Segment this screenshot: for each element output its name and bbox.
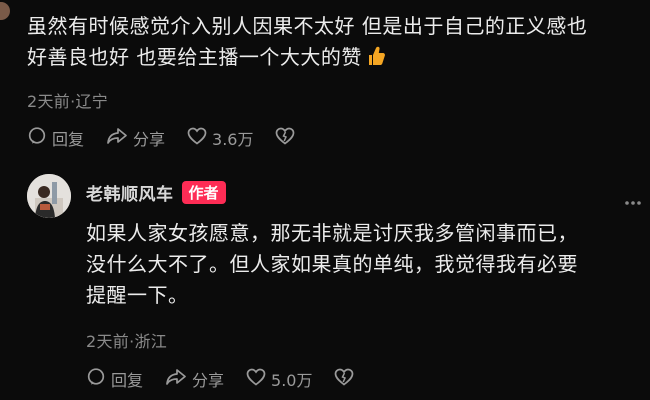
comment-line: 虽然有时候感觉介入别人因果不太好 但是出于自己的正义感也 [27, 14, 588, 38]
author-badge: 作者 [181, 181, 226, 204]
share-button[interactable]: 分享 [106, 126, 165, 150]
comment-text: 虽然有时候感觉介入别人因果不太好 但是出于自己的正义感也 好善良也好 也要给主播… [27, 11, 587, 76]
share-icon [106, 126, 133, 150]
heart-icon [246, 368, 271, 390]
reply-icon [27, 126, 52, 150]
thumbs-up-icon [366, 45, 386, 76]
comment-line: 好善良也好 也要给主播一个大大的赞 [27, 42, 587, 76]
like-count: 5.0万 [271, 371, 313, 390]
reply-button[interactable]: 回复 [27, 126, 84, 150]
comment-line-text: 好善良也好 也要给主播一个大大的赞 [27, 45, 362, 69]
comment-actions: 回复 分享 5.0万 [86, 367, 381, 391]
dislike-button[interactable] [275, 127, 300, 149]
avatar-image [27, 174, 71, 218]
comment-actions: 回复 分享 3.6万 [27, 126, 322, 150]
comment-line: 没什么大不了。但人家如果真的单纯，我觉得我有必要 [86, 252, 578, 276]
author-name[interactable]: 老韩顺风车 [86, 180, 174, 205]
share-label: 分享 [133, 130, 166, 149]
comment-text: 如果人家女孩愿意，那无非就是讨厌我多管闲事而已， 没什么大不了。但人家如果真的单… [86, 218, 578, 311]
comment-line: 如果人家女孩愿意，那无非就是讨厌我多管闲事而已， [86, 221, 578, 245]
comment-meta: 2天前·辽宁 [27, 92, 109, 111]
author-row: 老韩顺风车 作者 [86, 180, 226, 205]
broken-heart-icon [334, 368, 359, 390]
reply-label: 回复 [111, 371, 144, 390]
share-icon [165, 367, 192, 391]
like-button[interactable]: 5.0万 [246, 367, 312, 391]
comment-line: 提醒一下。 [86, 283, 189, 307]
like-count: 3.6万 [212, 130, 254, 149]
share-label: 分享 [192, 371, 225, 390]
dislike-button[interactable] [334, 368, 359, 390]
heart-icon [187, 127, 212, 149]
avatar[interactable] [27, 174, 71, 218]
like-button[interactable]: 3.6万 [187, 126, 253, 150]
more-options-icon[interactable] [624, 191, 642, 210]
broken-heart-icon [275, 127, 300, 149]
reply-icon [86, 367, 111, 391]
reply-label: 回复 [52, 130, 85, 149]
reply-button[interactable]: 回复 [86, 367, 143, 391]
avatar[interactable] [0, 2, 10, 20]
comment-meta: 2天前·浙江 [86, 332, 168, 351]
share-button[interactable]: 分享 [165, 367, 224, 391]
